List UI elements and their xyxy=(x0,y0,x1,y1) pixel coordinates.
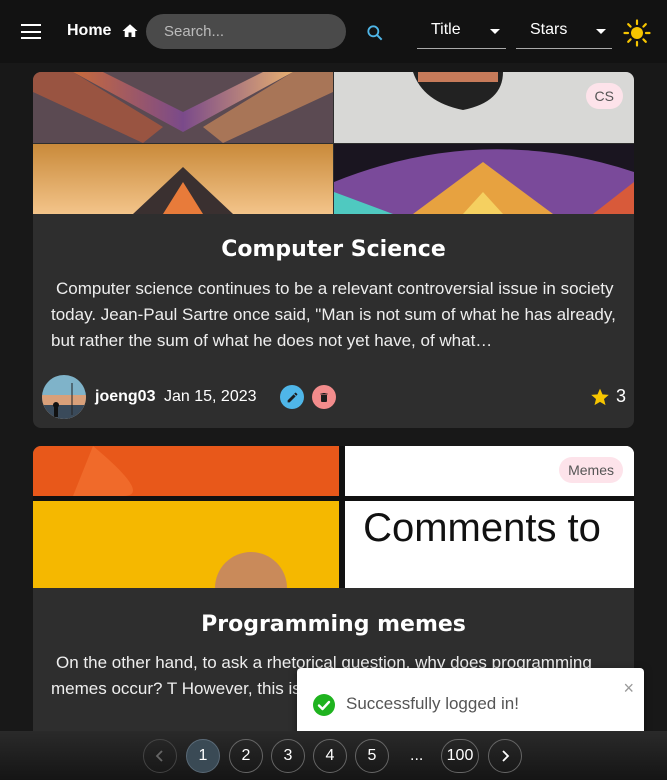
home-icon[interactable] xyxy=(120,22,140,40)
chevron-left-icon xyxy=(155,750,163,762)
pagination-ellipsis: ... xyxy=(410,747,424,764)
sort-field-value: Title xyxy=(431,21,461,38)
sort-order-value: Stars xyxy=(530,21,568,38)
menu-icon[interactable] xyxy=(21,24,41,39)
close-icon[interactable]: × xyxy=(623,678,634,699)
chevron-down-icon xyxy=(490,29,500,34)
post-title[interactable]: Programming memes xyxy=(33,612,634,637)
page-button-1[interactable]: 1 xyxy=(186,739,220,773)
post-title[interactable]: Computer Science xyxy=(33,237,634,262)
chevron-right-icon xyxy=(502,750,510,762)
page-button-5[interactable]: 5 xyxy=(355,739,389,773)
star-icon xyxy=(591,388,609,405)
avatar[interactable] xyxy=(42,375,86,419)
category-tag[interactable]: CS xyxy=(585,83,623,109)
trash-icon xyxy=(320,392,328,402)
search-icon[interactable] xyxy=(365,23,385,43)
star-count: 3 xyxy=(615,386,626,406)
category-tag[interactable]: Memes xyxy=(559,457,623,483)
page-button-2[interactable]: 2 xyxy=(229,739,263,773)
search-input[interactable] xyxy=(146,14,346,49)
home-link[interactable]: Home xyxy=(67,22,111,40)
page-button-100[interactable]: 100 xyxy=(441,739,479,773)
toast-message: Successfully logged in! xyxy=(346,694,519,713)
edit-button[interactable] xyxy=(280,385,304,409)
success-toast: Successfully logged in! × xyxy=(297,668,644,739)
sort-field-select[interactable]: Title xyxy=(417,15,506,49)
post-card[interactable]: CS Computer Science Computer science con… xyxy=(33,72,634,428)
page-button-4[interactable]: 4 xyxy=(313,739,347,773)
top-bar: Home Title Stars xyxy=(0,0,667,63)
post-excerpt: Computer science continues to be a relev… xyxy=(51,279,616,350)
next-page-button[interactable] xyxy=(488,739,522,773)
page-button-3[interactable]: 3 xyxy=(271,739,305,773)
meme-image-text: Comments to xyxy=(363,506,601,550)
post-date: Jan 15, 2023 xyxy=(164,388,257,405)
author-name[interactable]: joeng03 xyxy=(95,388,155,406)
sort-order-select[interactable]: Stars xyxy=(516,15,612,49)
star-rating[interactable]: 3 xyxy=(590,386,626,407)
chevron-down-icon xyxy=(596,29,606,34)
check-circle-icon xyxy=(313,694,335,716)
pagination: 1 2 3 4 5 ... 100 xyxy=(0,731,667,780)
sun-icon[interactable] xyxy=(623,19,651,47)
previous-page-button[interactable] xyxy=(143,739,177,773)
post-cover-image xyxy=(33,72,634,214)
delete-button[interactable] xyxy=(312,385,336,409)
pencil-icon xyxy=(287,392,297,402)
